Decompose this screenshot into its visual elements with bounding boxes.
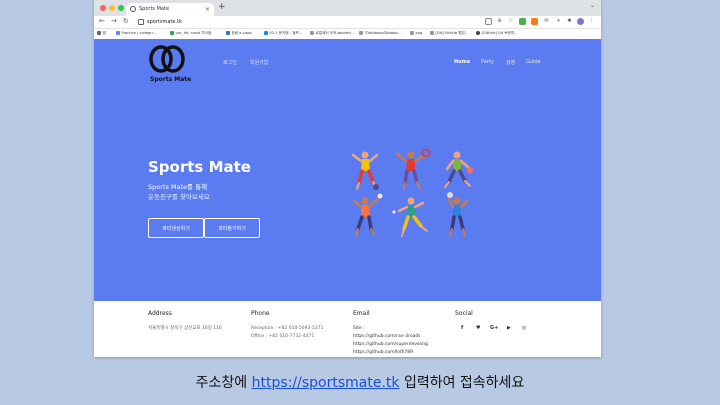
bookmark-item[interactable]: 03-1 문자형 : 점프... bbox=[264, 31, 302, 36]
bookmark-item[interactable]: "Database/Databa... bbox=[359, 31, 401, 35]
address-text: 서울특별시 성북구 삼선교로 16길 116 bbox=[148, 326, 222, 331]
minimize-window-icon[interactable] bbox=[109, 5, 115, 11]
extension-share-icon[interactable]: ⟡ bbox=[555, 18, 562, 25]
address-bar-row: ← → ↻ sportsmate.tk ⊕ ☆ ✉ ⟡ ✱ ⋮ bbox=[94, 16, 601, 29]
tab-title: Sports Mate bbox=[139, 6, 170, 12]
bookmark-star-icon[interactable]: ☆ bbox=[507, 18, 514, 25]
hero-subtitle-line-1: Sports Mate를 통해 bbox=[148, 183, 208, 191]
caption-suffix: 입력하여 접속하세요 bbox=[399, 375, 525, 391]
github-link-2[interactable]: https://github.com/superdevsong bbox=[353, 341, 428, 349]
bookmark-item[interactable]: pog bbox=[410, 31, 422, 35]
twitter-icon[interactable]: ♥ bbox=[476, 325, 480, 331]
tab-search-icon[interactable]: ⌄ bbox=[590, 2, 595, 9]
hero-subtitle-line-2: 운동친구를 찾아보세요 bbox=[148, 193, 210, 201]
bookmark-item[interactable]: Practice | codegri... bbox=[116, 31, 156, 35]
hero-title: Sports Mate bbox=[148, 158, 251, 176]
bookmark-apps[interactable]: 앱 bbox=[97, 31, 106, 36]
create-party-button[interactable]: 파티생성하기 bbox=[148, 218, 204, 238]
back-icon[interactable]: ← bbox=[99, 17, 105, 25]
phone-office: Office : +82 010-7732-4471 bbox=[251, 334, 315, 339]
url-field[interactable]: sportsmate.tk bbox=[138, 18, 182, 26]
tab-bar: Sports Mate × + ⌄ bbox=[94, 0, 601, 16]
site-footer: Address 서울특별시 성북구 삼선교로 16길 116 Phone Rec… bbox=[94, 301, 601, 357]
bookmark-item[interactable]: var, let, const 차이점 bbox=[170, 31, 211, 36]
social-heading: Social bbox=[455, 310, 473, 317]
bookmark-item[interactable]: [GitHub] Git 브랜치... bbox=[476, 31, 518, 36]
tennis-player-figure bbox=[395, 149, 431, 190]
forward-icon[interactable]: → bbox=[111, 17, 117, 25]
share-icon[interactable] bbox=[485, 18, 492, 25]
phone-heading: Phone bbox=[251, 310, 270, 317]
google-plus-icon[interactable]: G+ bbox=[490, 325, 498, 331]
caption-link[interactable]: https://sportsmate.tk bbox=[252, 375, 400, 391]
site-favicon-icon bbox=[130, 6, 136, 12]
nav-home[interactable]: Home bbox=[454, 59, 470, 65]
profile-avatar-icon[interactable] bbox=[577, 18, 584, 25]
zoom-icon[interactable]: ⊕ bbox=[496, 18, 503, 25]
email-info: Site : https://github.com/ran-3roads htt… bbox=[353, 325, 428, 357]
soccer-player-figure bbox=[392, 197, 428, 237]
extensions-puzzle-icon[interactable]: ✱ bbox=[566, 18, 573, 25]
more-menu-icon[interactable]: ⋮ bbox=[588, 18, 595, 25]
basketball-player-figure bbox=[351, 151, 379, 190]
github-link-1[interactable]: https://github.com/ran-3roads bbox=[353, 333, 428, 341]
extension-mail-icon[interactable]: ✉ bbox=[543, 18, 550, 25]
nav-party[interactable]: Party bbox=[481, 59, 494, 65]
logo-text: Sports Mate bbox=[150, 76, 192, 83]
hero-subtitle: Sports Mate를 통해 운동친구를 찾아보세요 bbox=[148, 182, 268, 202]
reload-icon[interactable]: ↻ bbox=[123, 17, 129, 25]
join-party-button[interactable]: 파티참가하기 bbox=[204, 218, 260, 238]
caption-prefix: 주소창에 bbox=[195, 375, 252, 391]
close-window-icon[interactable] bbox=[100, 5, 106, 11]
runner-figure bbox=[444, 151, 473, 188]
maximize-window-icon[interactable] bbox=[118, 5, 124, 11]
signup-link[interactable]: 회원가입 bbox=[250, 59, 268, 66]
jumping-player-figure bbox=[447, 192, 469, 237]
url-text: sportsmate.tk bbox=[147, 19, 182, 25]
instagram-icon[interactable]: ◎ bbox=[522, 325, 526, 331]
bookmark-item[interactable]: 한림 e-class bbox=[226, 31, 252, 36]
extension-green-icon[interactable] bbox=[519, 18, 526, 25]
login-link[interactable]: 로그인 bbox=[223, 59, 237, 66]
close-tab-icon[interactable]: × bbox=[205, 3, 210, 16]
email-heading: Email bbox=[353, 310, 370, 317]
hero-section: Sports Mate 로그인 회원가입 Home Party 광장 Guide… bbox=[94, 39, 601, 301]
extension-orange-icon[interactable] bbox=[531, 18, 538, 25]
youtube-icon[interactable]: ▶ bbox=[507, 325, 511, 331]
phone-info: Reception : +82 010-5693-5371 Office : +… bbox=[251, 325, 323, 341]
address-heading: Address bbox=[148, 310, 172, 317]
bookmark-item[interactable]: 로컬에서 도커(docker)... bbox=[310, 31, 355, 36]
sports-people-illustration bbox=[351, 149, 473, 237]
instruction-caption: 주소창에 https://sportsmate.tk 입력하여 접속하세요 bbox=[0, 372, 720, 392]
phone-reception: Reception : +82 010-5693-5371 bbox=[251, 326, 324, 331]
site-label: Site : bbox=[353, 326, 365, 331]
volleyball-player-figure bbox=[352, 193, 383, 237]
github-link-3[interactable]: https://github.com/kdh789 bbox=[353, 349, 428, 357]
lock-icon bbox=[138, 18, 144, 25]
new-tab-icon[interactable]: + bbox=[218, 2, 226, 12]
bookmark-item[interactable]: [Git] GitHub 협업... bbox=[430, 31, 468, 36]
facebook-icon[interactable]: f bbox=[461, 325, 463, 331]
nav-guide[interactable]: Guide bbox=[526, 59, 541, 65]
browser-window: Sports Mate × + ⌄ ← → ↻ sportsmate.tk ⊕ … bbox=[94, 0, 601, 357]
browser-tab[interactable]: Sports Mate × bbox=[126, 3, 214, 16]
nav-plaza[interactable]: 광장 bbox=[506, 59, 515, 66]
